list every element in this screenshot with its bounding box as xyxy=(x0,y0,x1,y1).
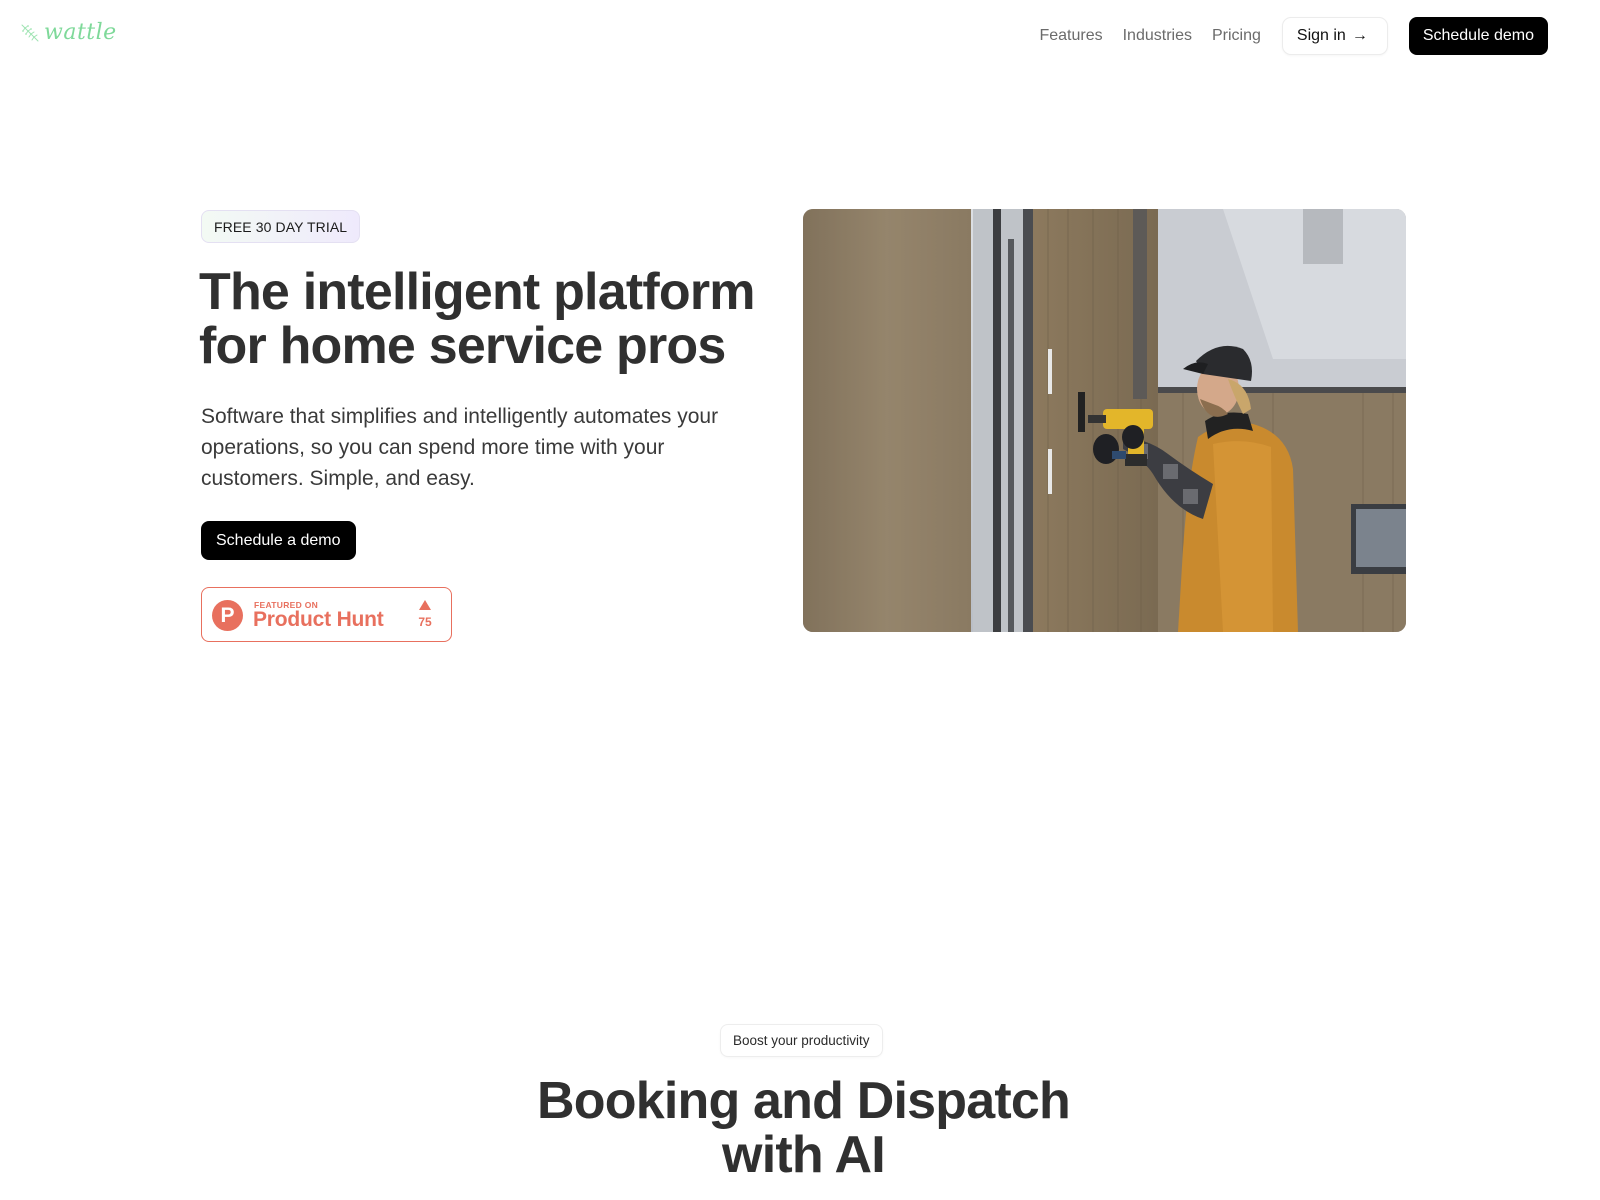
arrow-right-icon: → xyxy=(1351,27,1368,44)
sign-in-button[interactable]: Sign in → xyxy=(1281,17,1388,55)
hero-subtitle: Software that simplifies and intelligent… xyxy=(201,405,719,490)
tradesman-illustration xyxy=(803,209,1406,632)
nav-pricing[interactable]: Pricing xyxy=(1212,27,1261,45)
product-hunt-badge[interactable]: P FEATURED ON Product Hunt 75 xyxy=(201,587,452,642)
hero-photo xyxy=(803,209,1406,632)
sign-in-label: Sign in xyxy=(1296,27,1346,44)
product-hunt-name: Product Hunt xyxy=(253,608,384,631)
hero-title-line-2: for home service pros xyxy=(199,317,726,375)
upvote-count: 75 xyxy=(418,615,432,629)
schedule-demo-button[interactable]: Schedule demo xyxy=(1408,17,1548,55)
upvote-triangle-icon xyxy=(419,600,431,610)
hero-title-line-1: The intelligent platform xyxy=(199,263,756,321)
section-title: Booking and Dispatch with AI xyxy=(0,1074,1600,1182)
hero-title: The intelligent platform for home servic… xyxy=(199,265,759,373)
wattle-logo[interactable]: wattle xyxy=(20,20,117,45)
leaf-sprig-icon xyxy=(21,24,39,41)
section-title-line-2: with AI xyxy=(722,1126,886,1184)
nav-industries[interactable]: Industries xyxy=(1123,27,1192,45)
section-badge: Boost your productivity xyxy=(720,1024,883,1057)
nav-features[interactable]: Features xyxy=(1039,27,1102,45)
section-title-line-1: Booking and Dispatch xyxy=(537,1072,1071,1130)
product-hunt-logo-icon: P xyxy=(212,600,243,631)
main-nav: Features Industries Pricing Sign in → Sc… xyxy=(1039,17,1548,55)
product-hunt-upvotes: 75 xyxy=(415,600,435,629)
schedule-a-demo-button[interactable]: Schedule a demo xyxy=(201,521,356,560)
logo-wordmark: wattle xyxy=(44,20,117,45)
site-header: wattle Features Industries Pricing Sign … xyxy=(0,0,1600,72)
free-trial-badge: FREE 30 DAY TRIAL xyxy=(201,210,361,243)
